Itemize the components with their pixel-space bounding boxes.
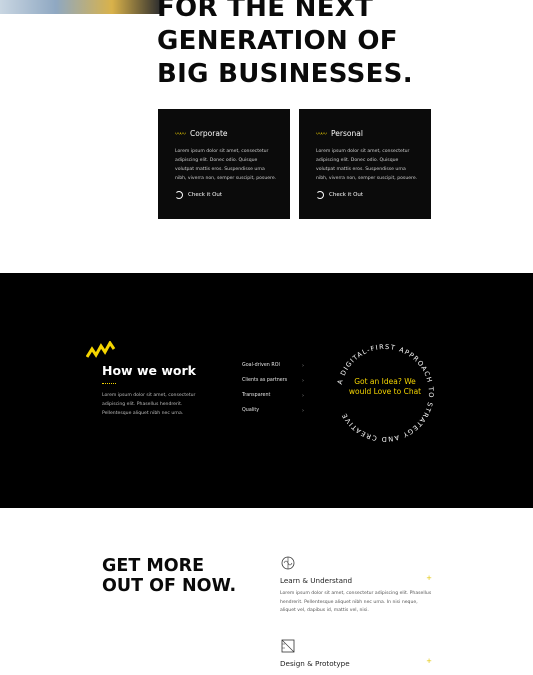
arrow-circle-icon — [175, 191, 183, 199]
feature-title: Design & Prototype — [280, 659, 350, 668]
card-body: Lorem ipsum dolor sit amet, consectetur … — [316, 149, 418, 181]
list-item[interactable]: Quality › — [242, 408, 304, 423]
link-label: Check it Out — [188, 192, 223, 198]
chevron-right-icon: › — [302, 408, 304, 414]
list-item-label: Transparent — [242, 393, 271, 398]
feature-body: Lorem ipsum dolor sit amet, consectetur … — [280, 591, 432, 613]
title-underline — [102, 383, 116, 384]
feature-title: Learn & Understand — [280, 576, 353, 585]
hero-heading-line: GENERATION OF — [157, 26, 398, 56]
link-label: Check it Out — [329, 192, 364, 198]
chevron-right-icon: › — [302, 378, 304, 384]
get-more-title-line: GET MORE — [102, 556, 205, 576]
chat-cta-link[interactable]: Got an Idea? We would Love to Chat — [345, 377, 425, 396]
how-we-work-section: How we work Lorem ipsum dolor sit amet, … — [0, 273, 533, 508]
card-corporate: 〰〰 Corporate Lorem ipsum dolor sit amet,… — [158, 109, 290, 219]
section-body: Lorem ipsum dolor sit amet, consectetur … — [102, 393, 196, 416]
list-item-label: Quality — [242, 408, 260, 413]
zigzag-icon: 〰〰 — [316, 131, 327, 138]
card-title: Corporate — [190, 129, 228, 138]
check-it-out-link[interactable]: Check it Out — [175, 191, 222, 199]
hero-heading: FOR THE NEXT GENERATION OF BIG BUSINESSE… — [157, 0, 457, 91]
list-item-label: Goal-driven ROI — [242, 363, 280, 368]
hero-heading-line: FOR THE NEXT — [157, 0, 374, 23]
check-it-out-link[interactable]: Check it Out — [316, 191, 363, 199]
list-item[interactable]: Transparent › — [242, 393, 304, 408]
expand-plus-icon[interactable]: + — [426, 657, 432, 665]
card-header: 〰〰 Personal — [316, 129, 363, 138]
get-more-title-line: OUT OF NOW. — [102, 576, 237, 596]
zigzag-icon: 〰〰 — [175, 131, 186, 138]
chevron-right-icon: › — [302, 363, 304, 369]
principles-list: Goal-driven ROI › Clients as partners › Tr… — [242, 363, 304, 423]
expand-plus-icon[interactable]: + — [426, 574, 432, 582]
card-body: Lorem ipsum dolor sit amet, consectetur … — [175, 149, 277, 181]
section-title: How we work — [102, 363, 196, 378]
card-title: Personal — [331, 129, 363, 138]
list-item[interactable]: Clients as partners › — [242, 378, 304, 393]
zigzag-logo-icon — [86, 341, 116, 358]
arrow-circle-icon — [316, 191, 324, 199]
list-item[interactable]: Goal-driven ROI › — [242, 363, 304, 378]
hero-image — [0, 0, 160, 14]
card-header: 〰〰 Corporate — [175, 129, 228, 138]
ruler-icon — [281, 639, 295, 653]
hero-heading-line: BIG BUSINESSES. — [157, 59, 413, 89]
card-personal: 〰〰 Personal Lorem ipsum dolor sit amet, … — [299, 109, 431, 219]
get-more-title: GET MORE OUT OF NOW. — [102, 556, 272, 596]
chevron-right-icon: › — [302, 393, 304, 399]
brain-icon — [281, 556, 295, 570]
list-item-label: Clients as partners — [242, 378, 288, 383]
